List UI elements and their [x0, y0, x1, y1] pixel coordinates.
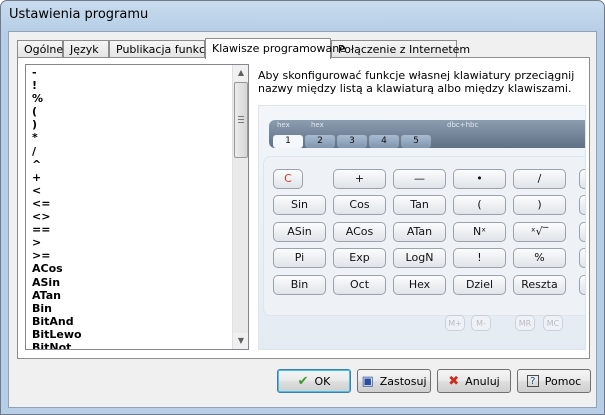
key-div[interactable]: Dziel [453, 275, 506, 295]
help-button-label: Pomoc [544, 374, 582, 388]
checkmark-icon: ✔ [297, 373, 309, 389]
key-partial[interactable] [579, 222, 585, 242]
cancel-button[interactable]: ✖ Anuluj [437, 369, 511, 393]
list-item[interactable]: BitAnd [32, 315, 82, 328]
grip-line [238, 122, 244, 123]
window-title: Ustawienia programu [9, 7, 149, 22]
list-item[interactable]: / [32, 145, 82, 158]
key-tan[interactable]: Tan [393, 195, 446, 215]
key-percent[interactable]: % [513, 248, 566, 268]
scroll-thumb[interactable] [234, 82, 248, 158]
help-button[interactable]: ? Pomoc [517, 369, 591, 393]
list-item[interactable]: BitNot [32, 341, 82, 349]
key-power[interactable]: Nˣ [453, 222, 506, 242]
list-item[interactable]: ATan [32, 289, 82, 302]
list-item[interactable]: ) [32, 118, 82, 131]
key-sin[interactable]: Sin [273, 195, 326, 215]
dialog-client-area: Ogólne Język Publikacja funkcji Klawisze… [8, 31, 597, 408]
calc-display-labels: hex hex dbc+hbc [269, 120, 478, 130]
key-factorial[interactable]: ! [453, 248, 506, 268]
list-item[interactable]: - [32, 66, 82, 79]
list-item[interactable]: ^ [32, 158, 82, 171]
key-mod[interactable]: Reszta [513, 275, 566, 295]
key-memory-plus[interactable]: M+ [445, 315, 465, 331]
key-partial[interactable] [579, 169, 585, 189]
display-tab-label: hex [277, 121, 290, 129]
list-item[interactable]: + [32, 171, 82, 184]
list-item[interactable]: == [32, 223, 82, 236]
key-asin[interactable]: ASin [273, 222, 326, 242]
key-memory-minus[interactable]: M- [471, 315, 491, 331]
list-item[interactable]: ASin [32, 276, 82, 289]
list-item[interactable]: * [32, 131, 82, 144]
grip-line [238, 119, 244, 120]
scroll-up-icon[interactable]: ▲ [233, 65, 248, 81]
function-list[interactable]: - ! % ( ) * / ^ + < <= <> == > >= ACos A [25, 64, 249, 350]
key-exp[interactable]: Exp [333, 248, 386, 268]
key-pi[interactable]: Pi [273, 248, 326, 268]
memory-row: M+ M- MR MC [263, 311, 585, 341]
key-clear[interactable]: C [273, 169, 303, 189]
tab-programmable-keys[interactable]: Klawisze programowane [205, 38, 346, 59]
key-hex[interactable]: Hex [393, 275, 446, 295]
ok-button[interactable]: ✔ OK [277, 369, 351, 393]
grip-line [238, 116, 244, 117]
tab-general[interactable]: Ogólne [17, 40, 63, 58]
key-open-paren[interactable]: ( [453, 195, 506, 215]
programmable-keys-panel: - ! % ( ) * / ^ + < <= <> == > >= ACos A [17, 57, 590, 359]
key-root[interactable]: ˣ√‾ [513, 222, 566, 242]
key-partial[interactable] [579, 195, 585, 215]
list-item[interactable]: > [32, 236, 82, 249]
help-icon: ? [526, 375, 539, 387]
display-tab-label: hex [311, 121, 324, 129]
key-cos[interactable]: Cos [333, 195, 386, 215]
key-multiply[interactable]: • [453, 169, 506, 189]
key-divide[interactable]: / [513, 169, 566, 189]
key-minus[interactable]: — [393, 169, 446, 189]
function-list-items: - ! % ( ) * / ^ + < <= <> == > >= ACos A [32, 66, 82, 349]
apply-button[interactable]: ▣ Zastosuj [357, 369, 431, 393]
instructions-text: Aby skonfigurować funkcje własnej klawia… [258, 69, 575, 95]
list-item[interactable]: BitLewo [32, 328, 82, 341]
key-partial[interactable] [579, 248, 585, 268]
list-item[interactable]: >= [32, 249, 82, 262]
key-plus[interactable]: + [333, 169, 386, 189]
title-bar[interactable]: Ustawienia programu [1, 1, 604, 31]
floppy-disk-icon: ▣ [361, 373, 374, 389]
list-item[interactable]: <> [32, 210, 82, 223]
settings-window: Ustawienia programu Ogólne Język Publika… [0, 0, 605, 415]
display-right-label: dbc+hbc [447, 121, 479, 129]
tab-internet-connection[interactable]: Połączenie z Internetem [331, 40, 470, 58]
keypad-tab-4[interactable]: 4 [369, 135, 399, 148]
keypad-tab-5[interactable]: 5 [401, 135, 431, 148]
keypad-tab-1[interactable]: 1 [273, 135, 303, 148]
key-memory-clear[interactable]: MC [543, 315, 563, 331]
key-oct[interactable]: Oct [333, 275, 386, 295]
key-close-paren[interactable]: ) [513, 195, 566, 215]
key-bin[interactable]: Bin [273, 275, 326, 295]
ok-button-label: OK [314, 374, 331, 388]
keypad-tab-3[interactable]: 3 [337, 135, 367, 148]
calculator-keyboard: hex hex dbc+hbc 1 2 3 4 5 C + — • / Sin … [258, 105, 586, 350]
key-memory-recall[interactable]: MR [515, 315, 535, 331]
vertical-scrollbar[interactable]: ▲ ▼ [232, 65, 248, 349]
list-item[interactable]: ACos [32, 262, 82, 275]
close-icon: ✖ [448, 373, 460, 389]
keypad-tab-2[interactable]: 2 [305, 135, 335, 148]
key-partial[interactable] [579, 275, 585, 295]
list-item[interactable]: ( [32, 105, 82, 118]
key-acos[interactable]: ACos [333, 222, 386, 242]
tab-language[interactable]: Język [63, 40, 109, 58]
tab-function-publishing[interactable]: Publikacja funkcji [109, 40, 211, 58]
cancel-button-label: Anuluj [465, 374, 500, 388]
key-atan[interactable]: ATan [393, 222, 446, 242]
scroll-down-icon[interactable]: ▼ [233, 333, 248, 349]
apply-button-label: Zastosuj [379, 374, 427, 388]
list-item[interactable]: % [32, 92, 82, 105]
list-item[interactable]: < [32, 184, 82, 197]
list-item[interactable]: ! [32, 79, 82, 92]
list-item[interactable]: Bin [32, 302, 82, 315]
key-logn[interactable]: LogN [393, 248, 446, 268]
list-item[interactable]: <= [32, 197, 82, 210]
